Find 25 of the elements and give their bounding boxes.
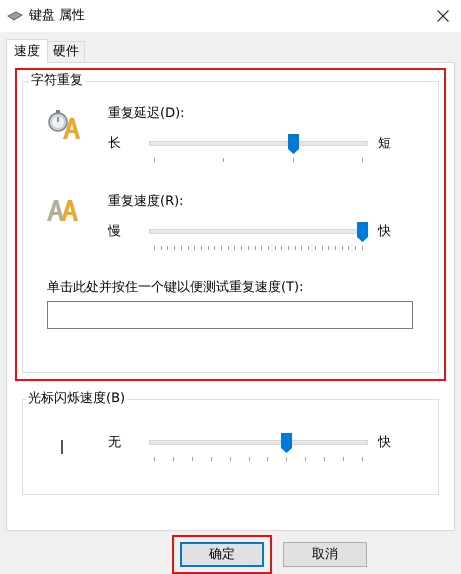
slider-thumb[interactable] xyxy=(288,134,299,154)
group-title: 字符重复 xyxy=(29,73,85,89)
slider-min-label: 长 xyxy=(108,135,122,153)
stopwatch-letter-icon xyxy=(47,110,81,140)
input-field[interactable] xyxy=(47,301,413,329)
slider-label: 重复延迟(D): xyxy=(108,106,186,122)
tab[interactable]: 速度 xyxy=(6,39,48,63)
slider-min-label: 无 xyxy=(108,434,122,452)
cursor-icon xyxy=(61,440,63,454)
letters-icon xyxy=(47,198,81,222)
slider-thumb[interactable] xyxy=(357,222,368,242)
field-label: 单击此处并按住一个键以便测试重复速度(T): xyxy=(47,280,304,296)
slider-thumb[interactable] xyxy=(281,433,292,453)
close-icon[interactable] xyxy=(437,10,449,22)
dialog-button[interactable]: 确定 xyxy=(180,542,264,567)
keyboard-icon xyxy=(7,11,23,21)
slider-label: 重复速度(R): xyxy=(108,194,185,210)
group-title: 光标闪烁速度(B) xyxy=(26,391,128,407)
slider-max-label: 快 xyxy=(378,223,391,241)
window-title: 键盘 属性 xyxy=(29,7,86,26)
slider-max-label: 短 xyxy=(378,135,391,153)
dialog-button[interactable]: 取消 xyxy=(283,542,367,567)
slider-max-label: 快 xyxy=(378,434,391,452)
tab[interactable]: 硬件 xyxy=(48,41,85,62)
slider-min-label: 慢 xyxy=(108,223,122,241)
